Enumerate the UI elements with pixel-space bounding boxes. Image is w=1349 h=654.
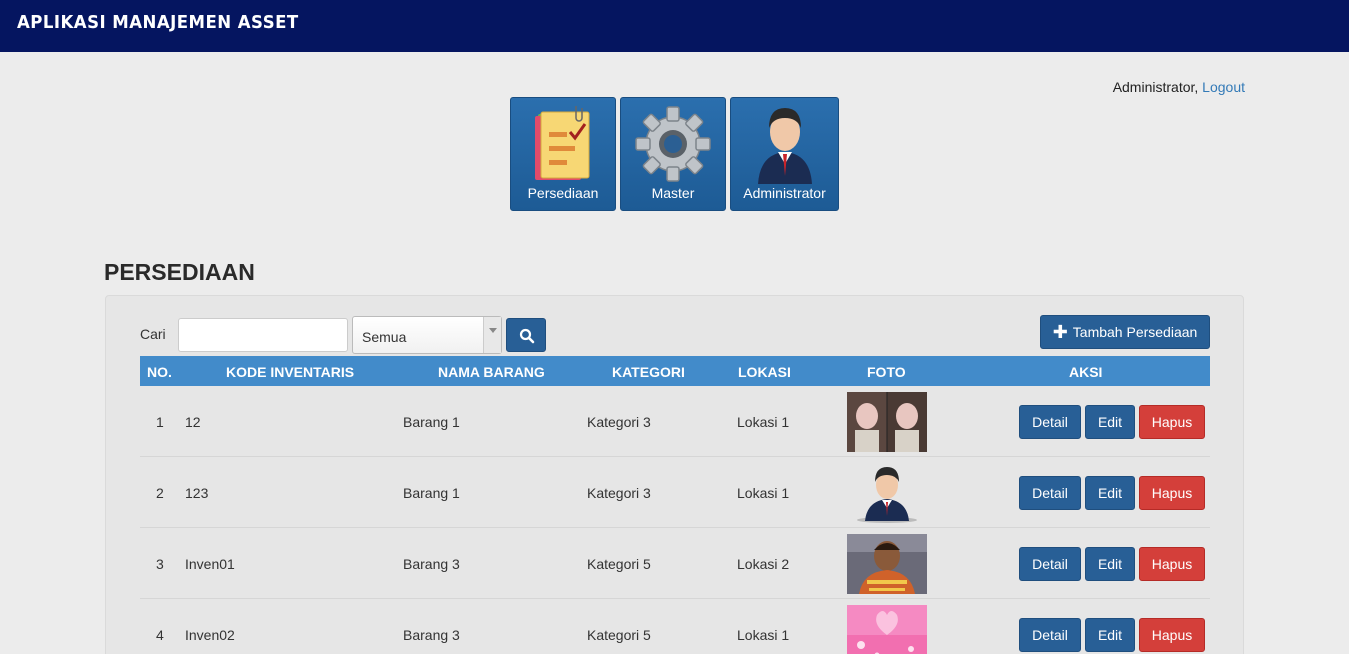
cell-kategori: Kategori 3 — [587, 414, 651, 430]
tile-persediaan[interactable]: Persediaan — [510, 97, 616, 211]
hapus-button[interactable]: Hapus — [1139, 476, 1205, 510]
cell-nama: Barang 3 — [403, 627, 460, 643]
chevron-down-icon[interactable] — [483, 317, 501, 353]
gear-icon — [635, 106, 711, 182]
hapus-button[interactable]: Hapus — [1139, 405, 1205, 439]
cell-lokasi: Lokasi 2 — [737, 556, 790, 572]
table-row: 2 123 Barang 1 Kategori 3 Lokasi 1 Detai… — [140, 457, 1210, 528]
header-kode-inventaris: KODE INVENTARIS — [226, 364, 355, 380]
cell-kode: 12 — [185, 414, 201, 430]
detail-button[interactable]: Detail — [1019, 547, 1081, 581]
tile-label-master: Master — [651, 185, 695, 201]
edit-button[interactable]: Edit — [1085, 476, 1135, 510]
page-title: PERSEDIAAN — [104, 259, 255, 285]
cell-no: 3 — [156, 556, 164, 572]
hapus-button[interactable]: Hapus — [1139, 547, 1205, 581]
cell-kategori: Kategori 3 — [587, 485, 651, 501]
detail-button[interactable]: Detail — [1019, 618, 1081, 652]
search-button[interactable] — [506, 318, 546, 352]
search-label: Cari — [140, 326, 166, 342]
plus-icon: ✚ — [1052, 322, 1068, 342]
header-no: NO. — [147, 364, 172, 380]
user-name: Administrator, — [1112, 79, 1199, 95]
edit-button[interactable]: Edit — [1085, 547, 1135, 581]
notepad-checklist-icon — [535, 106, 590, 180]
logout-link[interactable]: Logout — [1202, 79, 1245, 95]
header-kategori: KATEGORI — [612, 364, 685, 380]
edit-button[interactable]: Edit — [1085, 618, 1135, 652]
child-photo-thumbnail — [847, 534, 927, 594]
table-header: NO. KODE INVENTARIS NAMA BARANG KATEGORI… — [140, 356, 1210, 386]
filter-select-value: Semua — [362, 329, 407, 345]
cell-nama: Barang 1 — [403, 485, 460, 501]
pink-hearts-thumbnail — [847, 605, 927, 654]
user-admin-icon — [757, 108, 812, 184]
table-row: 4 Inven02 Barang 3 Kategori 5 Lokasi 1 D… — [140, 599, 1210, 654]
cell-lokasi: Lokasi 1 — [737, 485, 790, 501]
cell-nama: Barang 3 — [403, 556, 460, 572]
tile-label-administrator: Administrator — [743, 185, 826, 201]
cell-no: 4 — [156, 627, 164, 643]
tile-label-persediaan: Persediaan — [527, 185, 599, 201]
module-tiles: Persediaan Master Administrator — [510, 97, 839, 211]
app-title[interactable]: APLIKASI MANAJEMEN ASSET — [17, 12, 299, 33]
cell-kategori: Kategori 5 — [587, 556, 651, 572]
detail-button[interactable]: Detail — [1019, 476, 1081, 510]
search-input[interactable] — [178, 318, 348, 352]
user-avatar-thumbnail — [857, 467, 917, 523]
cell-nama: Barang 1 — [403, 414, 460, 430]
header-nama-barang: NAMA BARANG — [438, 364, 545, 380]
user-info: Administrator, Logout — [1113, 79, 1245, 95]
table-row: 1 12 Barang 1 Kategori 3 Lokasi 1 Detail… — [140, 386, 1210, 457]
search-icon — [519, 328, 535, 344]
cell-no: 1 — [156, 414, 164, 430]
photo-thumbnail — [847, 392, 927, 452]
add-persediaan-label: Tambah Persediaan — [1072, 324, 1198, 340]
table-row: 3 Inven01 Barang 3 Kategori 5 Lokasi 2 D… — [140, 528, 1210, 599]
add-persediaan-button[interactable]: ✚ Tambah Persediaan — [1040, 315, 1210, 349]
cell-kategori: Kategori 5 — [587, 627, 651, 643]
cell-lokasi: Lokasi 1 — [737, 627, 790, 643]
cell-kode: Inven02 — [185, 627, 235, 643]
tile-administrator[interactable]: Administrator — [730, 97, 839, 211]
header-aksi: AKSI — [1069, 364, 1103, 380]
cell-lokasi: Lokasi 1 — [737, 414, 790, 430]
header-foto: FOTO — [867, 364, 906, 380]
cell-kode: Inven01 — [185, 556, 235, 572]
hapus-button[interactable]: Hapus — [1139, 618, 1205, 652]
header-lokasi: LOKASI — [738, 364, 791, 380]
detail-button[interactable]: Detail — [1019, 405, 1081, 439]
cell-kode: 123 — [185, 485, 209, 501]
edit-button[interactable]: Edit — [1085, 405, 1135, 439]
tile-master[interactable]: Master — [620, 97, 726, 211]
cell-no: 2 — [156, 485, 164, 501]
top-navbar: APLIKASI MANAJEMEN ASSET — [0, 0, 1349, 52]
filter-select[interactable]: Semua — [352, 316, 502, 354]
